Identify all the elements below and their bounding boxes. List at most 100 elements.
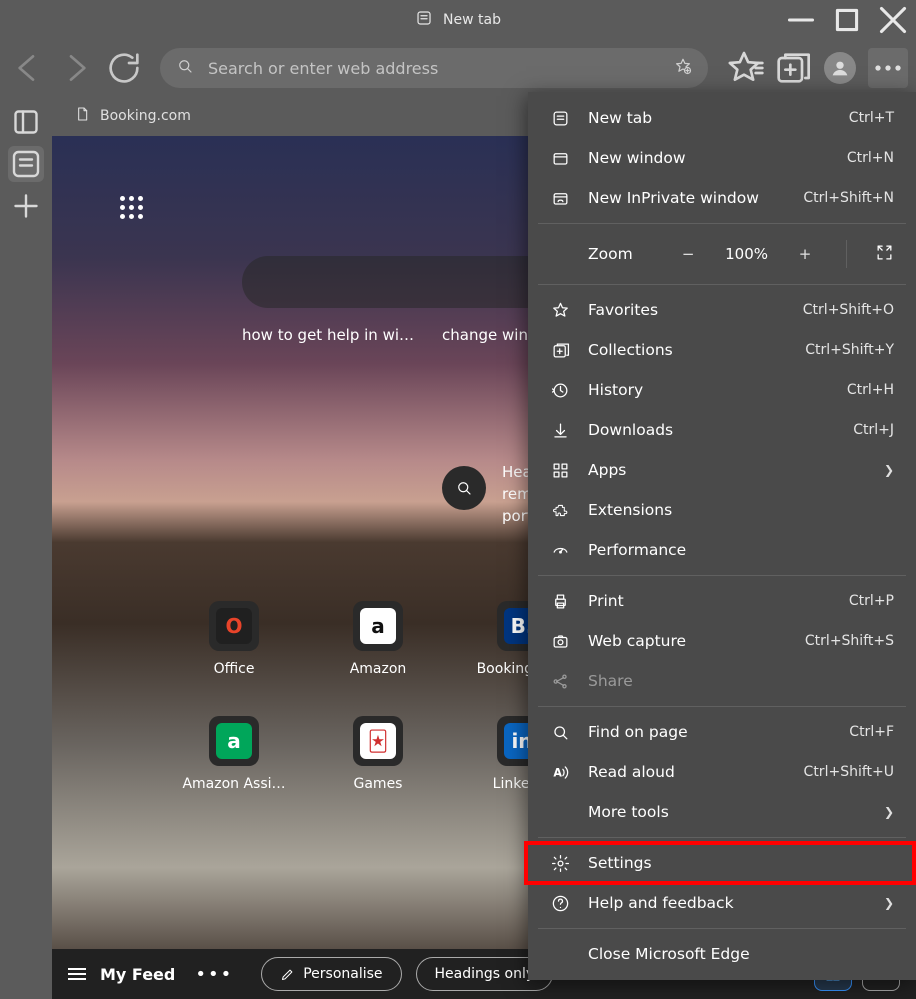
- menu-item-label: New window: [588, 149, 829, 167]
- quick-link-label: Games: [354, 776, 403, 792]
- menu-item-label: Settings: [588, 854, 894, 872]
- window-titlebar: New tab: [0, 0, 916, 40]
- menu-item-label: History: [588, 381, 829, 399]
- personalise-button[interactable]: Personalise: [261, 957, 401, 991]
- menu-item-label: New tab: [588, 109, 831, 127]
- menu-item-read-aloud[interactable]: ARead aloudCtrl+Shift+U: [528, 752, 916, 792]
- browser-menu: New tabCtrl+T New window Ctrl+N New InPriva…: [528, 92, 916, 980]
- menu-item-label: Read aloud: [588, 763, 786, 781]
- tab-actions-button[interactable]: [8, 104, 44, 140]
- tab-label: Booking.com: [100, 108, 191, 124]
- quick-link-label: Office: [214, 661, 255, 677]
- menu-item-close-microsoft-edge[interactable]: Close Microsoft Edge: [528, 934, 916, 974]
- zoom-value: 100%: [725, 245, 768, 263]
- chevron-right-icon: ❯: [884, 463, 894, 477]
- menu-item-label: Collections: [588, 341, 787, 359]
- current-tab-button[interactable]: [8, 146, 44, 182]
- menu-item-label: Web capture: [588, 632, 787, 650]
- menu-item-label: Performance: [588, 541, 894, 559]
- menu-item-downloads[interactable]: DownloadsCtrl+J: [528, 410, 916, 450]
- weather-search-icon[interactable]: [442, 466, 486, 510]
- svg-text:A: A: [553, 766, 562, 779]
- menu-item-label: More tools: [588, 803, 866, 821]
- menu-item-label: Share: [588, 672, 894, 690]
- chevron-right-icon: ❯: [884, 896, 894, 910]
- maximize-button[interactable]: [824, 0, 870, 40]
- help-icon: [550, 894, 570, 913]
- capture-icon: [550, 632, 570, 651]
- address-input[interactable]: [208, 59, 660, 78]
- menu-shortcut: Ctrl+F: [849, 724, 894, 740]
- zoom-out-button[interactable]: −: [675, 245, 701, 263]
- refresh-button[interactable]: [104, 48, 144, 88]
- new-tab-button[interactable]: [8, 188, 44, 224]
- profile-button[interactable]: [820, 48, 860, 88]
- page-favicon-icon: [415, 9, 433, 31]
- menu-item-extensions[interactable]: Extensions: [528, 490, 916, 530]
- menu-item-label: Apps: [588, 461, 866, 479]
- back-button[interactable]: [8, 48, 48, 88]
- menu-zoom-row: Zoom− 100% +: [528, 229, 916, 279]
- settings-icon: [550, 854, 570, 873]
- favorite-add-icon[interactable]: [674, 57, 692, 79]
- menu-item-help-and-feedback[interactable]: Help and feedback ❯: [528, 883, 916, 923]
- menu-shortcut: Ctrl+Shift+O: [803, 302, 894, 318]
- menu-item-web-capture[interactable]: Web capture Ctrl+Shift+S: [528, 621, 916, 661]
- tab[interactable]: Booking.com: [60, 100, 205, 132]
- zoom-in-button[interactable]: +: [792, 245, 818, 263]
- more-menu-button[interactable]: [868, 48, 908, 88]
- menu-item-new-inprivate-window[interactable]: New InPrivate windowCtrl+Shift+N: [528, 178, 916, 218]
- print-icon: [550, 592, 570, 611]
- quick-link[interactable]: aAmazon: [348, 601, 408, 677]
- collections-icon: [550, 341, 570, 360]
- close-window-button[interactable]: [870, 0, 916, 40]
- quick-link[interactable]: 🃏Games: [348, 716, 408, 792]
- menu-item-label: Extensions: [588, 501, 894, 519]
- menu-shortcut: Ctrl+N: [847, 150, 894, 166]
- star-icon: [550, 301, 570, 320]
- menu-item-performance[interactable]: Performance: [528, 530, 916, 570]
- feed-more-icon[interactable]: •••: [195, 964, 233, 985]
- chevron-right-icon: ❯: [884, 805, 894, 819]
- window-title: New tab: [443, 12, 501, 28]
- fullscreen-button[interactable]: [875, 243, 894, 266]
- menu-shortcut: Ctrl+P: [849, 593, 894, 609]
- feed-title: My Feed: [100, 965, 175, 984]
- download-icon: [550, 421, 570, 440]
- menu-item-history[interactable]: History Ctrl+H: [528, 370, 916, 410]
- address-bar[interactable]: [160, 48, 708, 88]
- menu-item-find-on-page[interactable]: Find on pageCtrl+F: [528, 712, 916, 752]
- share-icon: [550, 672, 570, 691]
- perf-icon: [550, 541, 570, 560]
- menu-item-print[interactable]: PrintCtrl+P: [528, 581, 916, 621]
- menu-item-label: Downloads: [588, 421, 835, 439]
- vertical-tab-sidebar: [0, 96, 52, 999]
- menu-item-label: New InPrivate window: [588, 189, 785, 207]
- favorites-button[interactable]: [724, 48, 764, 88]
- suggestion-link[interactable]: how to get help in wi…: [242, 326, 414, 344]
- quick-link[interactable]: aAmazon Assi…: [204, 716, 264, 792]
- menu-item-apps[interactable]: Apps ❯: [528, 450, 916, 490]
- minimize-button[interactable]: [778, 0, 824, 40]
- search-suggestions: how to get help in wi… change windows: [242, 326, 567, 344]
- menu-shortcut: Ctrl+Shift+S: [805, 633, 894, 649]
- apps-launcher-icon[interactable]: [120, 196, 148, 224]
- page-icon: [74, 106, 90, 126]
- menu-item-label: Help and feedback: [588, 894, 866, 912]
- inprivate-icon: [550, 189, 570, 208]
- feed-menu-icon[interactable]: [68, 968, 86, 980]
- forward-button[interactable]: [56, 48, 96, 88]
- collections-button[interactable]: [772, 48, 812, 88]
- menu-item-new-tab[interactable]: New tabCtrl+T: [528, 98, 916, 138]
- zoom-label: Zoom: [588, 245, 657, 263]
- menu-item-more-tools[interactable]: More tools ❯: [528, 792, 916, 832]
- newtab-icon: [550, 109, 570, 128]
- menu-shortcut: Ctrl+H: [847, 382, 894, 398]
- find-icon: [550, 723, 570, 742]
- search-icon: [176, 57, 194, 79]
- menu-item-new-window[interactable]: New window Ctrl+N: [528, 138, 916, 178]
- menu-item-favorites[interactable]: FavoritesCtrl+Shift+O: [528, 290, 916, 330]
- menu-item-settings[interactable]: Settings: [528, 843, 916, 883]
- quick-link[interactable]: OOffice: [204, 601, 264, 677]
- menu-item-collections[interactable]: CollectionsCtrl+Shift+Y: [528, 330, 916, 370]
